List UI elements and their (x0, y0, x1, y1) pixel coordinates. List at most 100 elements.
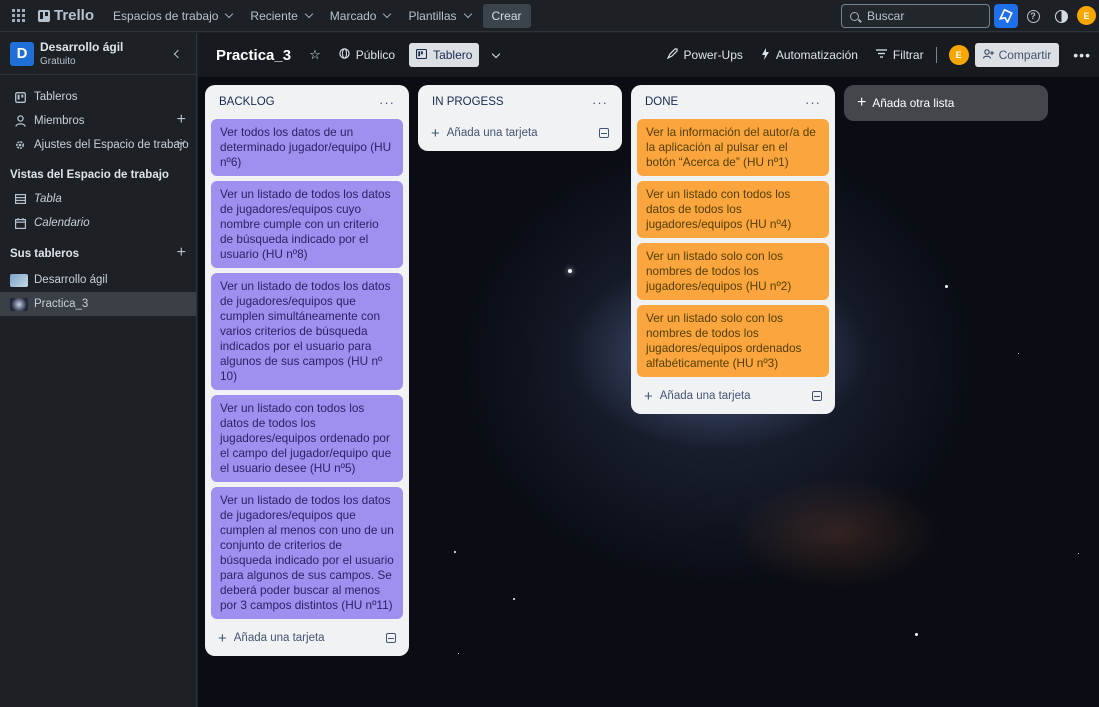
sidebar-board-desarrollo[interactable]: Desarrollo ágil (0, 268, 196, 292)
list-backlog: BACKLOG ··· Ver todos los datos de un de… (205, 85, 409, 656)
sidebar-item-members[interactable]: Miembros + (0, 109, 196, 133)
card[interactable]: Ver un listado de todos los datos de jug… (211, 487, 403, 619)
top-navigation-bar: Trello Espacios de trabajo Reciente Marc… (0, 0, 1099, 32)
plus-icon: + (857, 94, 867, 111)
automation-button[interactable]: Automatización (755, 43, 864, 67)
gear-icon (14, 139, 26, 151)
background-star (568, 269, 572, 273)
list-header[interactable]: IN PROGESS ··· (424, 85, 616, 119)
nav-templates-label: Plantillas (408, 8, 457, 23)
workspace-name[interactable]: Desarrollo ágil (40, 40, 123, 54)
powerups-button[interactable]: Power-Ups (661, 43, 749, 67)
workspace-logo: D (10, 41, 34, 66)
nav-templates[interactable]: Plantillas (399, 4, 479, 28)
sidebar-board-label: Practica_3 (34, 298, 89, 310)
collapse-sidebar-button[interactable] (164, 42, 188, 66)
trello-logo-text: Trello (54, 7, 95, 24)
nav-recent[interactable]: Reciente (241, 4, 320, 28)
help-button[interactable]: ? (1022, 5, 1044, 27)
chevron-down-icon (225, 9, 234, 19)
more-menu-icon[interactable]: ••• (1073, 47, 1091, 63)
workspace-header: D Desarrollo ágil Gratuito (0, 33, 196, 75)
list-done: DONE ··· Ver la información del autor/a … (631, 85, 835, 414)
card[interactable]: Ver la información del autor/a de la apl… (637, 119, 829, 176)
bell-icon (999, 9, 1013, 23)
sidebar-board-practica3[interactable]: Practica_3 (0, 292, 196, 316)
board-title[interactable]: Practica_3 (216, 47, 291, 64)
app-switcher-icon[interactable] (8, 6, 28, 26)
view-switcher-button[interactable]: Tablero (409, 43, 480, 67)
theme-icon (1054, 9, 1068, 23)
add-card-button[interactable]: + Añada una tarjeta (211, 624, 403, 652)
background-star (945, 285, 948, 288)
add-card-label: Añada una tarjeta (233, 632, 325, 644)
create-button[interactable]: Crear (482, 3, 531, 28)
star-icon[interactable]: ☆ (309, 47, 321, 63)
board-canvas: Practica_3 ☆ Público Tablero Power-Ups A… (198, 33, 1099, 707)
theme-button[interactable] (1050, 5, 1072, 27)
background-star (1018, 353, 1019, 354)
help-icon: ? (1026, 9, 1040, 23)
filter-icon (875, 49, 887, 61)
add-card-button[interactable]: + Añada una tarjeta (424, 119, 616, 147)
create-board-icon[interactable]: + (177, 244, 186, 262)
background-star (454, 551, 456, 553)
member-avatar[interactable]: E (948, 45, 969, 65)
list-menu-icon[interactable]: ··· (805, 95, 821, 110)
list-header[interactable]: BACKLOG ··· (211, 85, 403, 119)
background-star (513, 598, 515, 600)
card-template-icon[interactable] (812, 391, 822, 401)
list-title[interactable]: DONE (645, 96, 678, 108)
list-menu-icon[interactable]: ··· (592, 95, 608, 110)
share-button[interactable]: Compartir (974, 43, 1060, 67)
add-list-button[interactable]: + Añada otra lista (844, 85, 1048, 121)
list-header[interactable]: DONE ··· (637, 85, 829, 119)
top-nav: Espacios de trabajo Reciente Marcado Pla… (104, 3, 531, 28)
chevron-down-icon[interactable] (492, 49, 501, 58)
background-star (1078, 553, 1079, 554)
list-title[interactable]: BACKLOG (219, 96, 275, 108)
search-placeholder: Buscar (867, 9, 905, 23)
sidebar-item-label: Calendario (34, 217, 90, 229)
nav-workspaces[interactable]: Espacios de trabajo (104, 4, 241, 28)
add-card-button[interactable]: + Añada una tarjeta (637, 382, 829, 410)
plus-icon: + (431, 124, 440, 142)
notifications-button[interactable] (994, 4, 1018, 28)
header-divider (935, 47, 937, 63)
nav-recent-label: Reciente (250, 8, 298, 23)
plus-icon: + (218, 629, 227, 647)
background-star (915, 633, 918, 636)
nav-starred[interactable]: Marcado (321, 4, 400, 28)
visibility-button[interactable]: Público (333, 43, 401, 67)
card[interactable]: Ver un listado de todos los datos de jug… (211, 181, 403, 268)
card[interactable]: Ver un listado con todos los datos de to… (211, 395, 403, 482)
sidebar-item-table[interactable]: Tabla (0, 187, 196, 211)
filter-button[interactable]: Filtrar (870, 43, 930, 67)
workspace-plan: Gratuito (40, 56, 76, 67)
chevron-down-icon (463, 9, 472, 19)
share-label: Compartir (998, 48, 1052, 62)
background-star (458, 653, 459, 654)
card[interactable]: Ver un listado solo con los nombres de t… (637, 305, 829, 377)
list-title[interactable]: IN PROGESS (432, 96, 504, 108)
account-avatar[interactable]: E (1077, 6, 1096, 25)
card[interactable]: Ver un listado con todos los datos de to… (637, 181, 829, 238)
workspace-views-title: Vistas del Espacio de trabajo (10, 169, 169, 181)
nav-starred-label: Marcado (329, 8, 377, 23)
automation-label: Automatización (775, 48, 858, 62)
trello-logo[interactable]: Trello (38, 7, 94, 24)
table-icon (14, 193, 26, 205)
add-member-icon[interactable]: + (177, 111, 186, 129)
card[interactable]: Ver un listado de todos los datos de jug… (211, 273, 403, 390)
card-template-icon[interactable] (599, 128, 609, 138)
list-menu-icon[interactable]: ··· (379, 95, 395, 110)
search-input[interactable]: Buscar (841, 4, 990, 28)
card[interactable]: Ver todos los datos de un determinado ju… (211, 119, 403, 176)
card[interactable]: Ver un listado solo con los nombres de t… (637, 243, 829, 300)
sidebar-item-label: Tabla (34, 193, 62, 205)
plus-icon: + (644, 387, 653, 405)
sidebar-item-settings[interactable]: Ajustes del Espacio de trabajo (0, 133, 196, 157)
card-template-icon[interactable] (386, 633, 396, 643)
sidebar-item-boards[interactable]: Tableros (0, 85, 196, 109)
sidebar-item-calendar[interactable]: Calendario (0, 211, 196, 235)
